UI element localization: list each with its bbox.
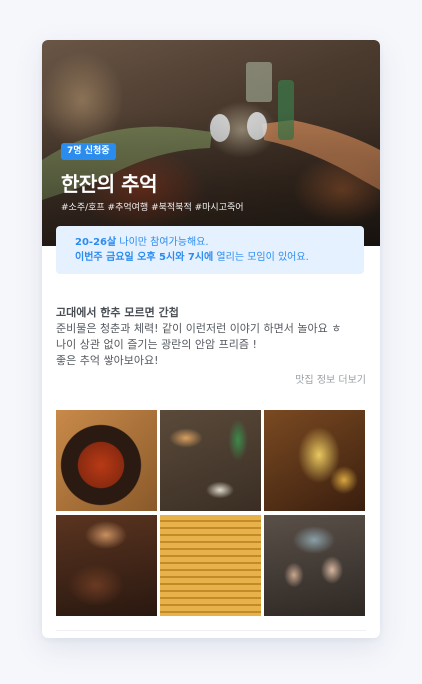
eligibility-notice: 20-26살 나이만 참여가능해요. 이번주 금요일 오후 5시와 7시에 열리…	[56, 226, 364, 274]
description-line: 준비물은 청춘과 체력! 같이 이런저런 이야기 하면서 놀아요 ㅎ	[56, 322, 342, 335]
divider	[56, 630, 366, 631]
age-range: 20-26살	[75, 237, 117, 248]
photo-grid	[56, 410, 366, 616]
notice-line-2: 이번주 금요일 오후 5시와 7시에 열리는 모임이 있어요.	[75, 250, 364, 265]
photo-thumbnail[interactable]	[264, 410, 365, 511]
photo-thumbnail[interactable]	[160, 515, 261, 616]
description-line: 나이 상관 없이 즐기는 광란의 안암 프리즘 !	[56, 338, 257, 351]
applicant-count-badge: 7명 신청중	[61, 143, 116, 160]
description-title: 고대에서 한추 모르면 간첩	[56, 306, 179, 319]
notice-line-1: 20-26살 나이만 참여가능해요.	[75, 235, 364, 250]
description-line: 좋은 추억 쌓아보아요!	[56, 354, 159, 367]
description: 고대에서 한추 모르면 간첩 준비물은 청춘과 체력! 같이 이런저런 이야기 …	[56, 305, 368, 369]
photo-thumbnail[interactable]	[56, 515, 157, 616]
hero-image: 7명 신청중 한잔의 추억 #소주/호프 #추억여행 #북적북적 #마시고죽어	[42, 40, 380, 246]
photo-thumbnail[interactable]	[160, 410, 261, 511]
page-title: 한잔의 추억	[61, 172, 157, 196]
restaurant-info-more-link[interactable]: 맛집 정보 더보기	[295, 371, 366, 386]
photo-thumbnail[interactable]	[56, 410, 157, 511]
notice-line-1-text: 나이만 참여가능해요.	[116, 237, 209, 248]
meetup-card: 7명 신청중 한잔의 추억 #소주/호프 #추억여행 #북적북적 #마시고죽어 …	[42, 40, 380, 638]
hashtag-list: #소주/호프 #추억여행 #북적북적 #마시고죽어	[61, 203, 244, 213]
notice-line-2-text: 열리는 모임이 있어요.	[213, 252, 309, 263]
photo-thumbnail[interactable]	[264, 515, 365, 616]
schedule-highlight: 이번주 금요일 오후 5시와 7시에	[75, 252, 214, 263]
